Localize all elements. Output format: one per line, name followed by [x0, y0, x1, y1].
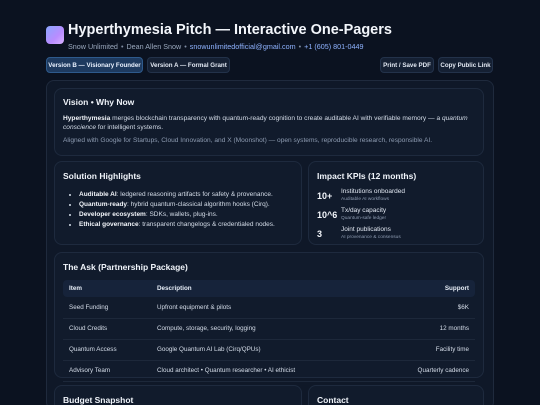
vision-paragraph: Hyperthymesia merges blockchain transpar…: [63, 114, 475, 132]
budget-heading: Budget Snapshot: [63, 395, 134, 405]
item-title: Ethical governance: [79, 221, 139, 228]
ask-card: The Ask (Partnership Package) Item Descr…: [54, 252, 484, 382]
kpi-value: 3: [317, 229, 323, 239]
table-cell: Google Quantum AI Lab (Cirq/QPUs): [151, 339, 379, 361]
app-logo-icon: [46, 26, 64, 44]
column-header: Item: [63, 280, 151, 297]
tab-version-b[interactable]: Version B — Visionary Founder: [46, 57, 143, 73]
email-link[interactable]: snowunlimitedofficial@gmail.com: [190, 42, 296, 51]
list-item: Developer ecosystem: SDKs, wallets, plug…: [79, 210, 293, 220]
separator: •: [120, 42, 124, 51]
column-header: Support: [378, 280, 475, 297]
solution-card: Solution Highlights Auditable AI: ledger…: [54, 161, 302, 245]
vision-text: for intelligent systems.: [96, 124, 164, 131]
solution-list: Auditable AI: ledgered reasoning artifac…: [63, 190, 293, 230]
table-row: Advisory Team Cloud architect • Quantum …: [63, 360, 475, 382]
table-header-row: Item Description Support: [63, 280, 475, 297]
item-text: : transparent changelogs & credentialed …: [138, 221, 275, 228]
list-item: Quantum-ready: hybrid quantum-classical …: [79, 200, 293, 210]
item-title: Quantum-ready: [79, 201, 128, 208]
kpi-subtext: Auditable AI workflows: [341, 196, 389, 202]
alignment-note: Aligned with Google for Startups, Cloud …: [63, 137, 433, 144]
kpi-item: 3 Joint publications AI provenance & con…: [317, 226, 475, 245]
table-cell: Compute, storage, security, logging: [151, 318, 379, 340]
item-title: Developer ecosystem: [79, 211, 146, 218]
table-cell: Quantum Access: [63, 339, 151, 361]
table-cell: Upfront equipment & pilots: [151, 297, 379, 319]
kpi-heading: Impact KPIs (12 months): [317, 171, 417, 181]
item-text: : SDKs, wallets, plug-ins.: [145, 211, 218, 218]
kpi-item: 10+ Institutions onboarded Auditable AI …: [317, 188, 475, 207]
vision-heading: Vision • Why Now: [63, 97, 135, 107]
list-item: Ethical governance: transparent changelo…: [79, 220, 293, 230]
table-cell: Advisory Team: [63, 360, 151, 382]
page-title: Hyperthymesia Pitch — Interactive One-Pa…: [68, 22, 392, 38]
item-text: : hybrid quantum-classical algorithm hoo…: [127, 201, 270, 208]
org-name: Snow Unlimited: [68, 42, 118, 51]
ask-table: Item Description Support Seed Funding Up…: [63, 280, 475, 382]
budget-card: Budget Snapshot: [54, 385, 302, 405]
contact-card: Contact: [308, 385, 484, 405]
table-cell: Cloud architect • Quantum researcher • A…: [151, 360, 379, 382]
brand-name: Hyperthymesia: [63, 115, 111, 122]
table-cell: Cloud Credits: [63, 318, 151, 340]
separator: •: [298, 42, 302, 51]
kpi-subtext: AI provenance & consensus: [341, 234, 401, 240]
person-name: Dean Allen Snow: [126, 42, 182, 51]
table-cell: Facility time: [378, 339, 475, 361]
kpi-label: Tx/day capacity: [341, 207, 387, 214]
contact-heading: Contact: [317, 395, 349, 405]
tab-version-a[interactable]: Version A — Formal Grant: [147, 57, 230, 73]
list-item: Auditable AI: ledgered reasoning artifac…: [79, 190, 293, 200]
kpi-label: Institutions onboarded: [341, 188, 405, 195]
copy-link-button[interactable]: Copy Public Link: [438, 57, 493, 73]
solution-heading: Solution Highlights: [63, 171, 141, 181]
vision-text: merges blockchain transparency with quan…: [110, 115, 442, 122]
item-title: Auditable AI: [79, 191, 117, 198]
kpi-subtext: Quantum-safe ledger: [341, 215, 387, 221]
kpi-card: Impact KPIs (12 months) 10+ Institutions…: [308, 161, 484, 245]
kpi-value: 10^6: [317, 210, 338, 220]
vision-card: Vision • Why Now Hyperthymesia merges bl…: [54, 88, 484, 156]
column-header: Description: [151, 280, 379, 297]
kpi-item: 10^6 Tx/day capacity Quantum-safe ledger: [317, 207, 475, 226]
table-cell: Seed Funding: [63, 297, 151, 319]
table-cell: 12 months: [378, 318, 475, 340]
table-row: Seed Funding Upfront equipment & pilots …: [63, 297, 475, 319]
phone-link[interactable]: +1 (605) 801-0449: [304, 42, 363, 51]
item-text: : ledgered reasoning artifacts for safet…: [116, 191, 273, 198]
contact-line: Snow Unlimited • Dean Allen Snow • snowunlim…: [68, 42, 363, 51]
ask-heading: The Ask (Partnership Package): [63, 262, 188, 272]
kpi-value: 10+: [317, 191, 333, 201]
separator: •: [184, 42, 187, 51]
table-cell: Quarterly cadence: [378, 360, 475, 382]
print-button[interactable]: Print / Save PDF: [380, 57, 434, 73]
table-row: Cloud Credits Compute, storage, security…: [63, 318, 475, 340]
table-row: Quantum Access Google Quantum AI Lab (Ci…: [63, 339, 475, 361]
table-cell: $6K: [378, 297, 475, 319]
kpi-label: Joint publications: [341, 226, 391, 233]
